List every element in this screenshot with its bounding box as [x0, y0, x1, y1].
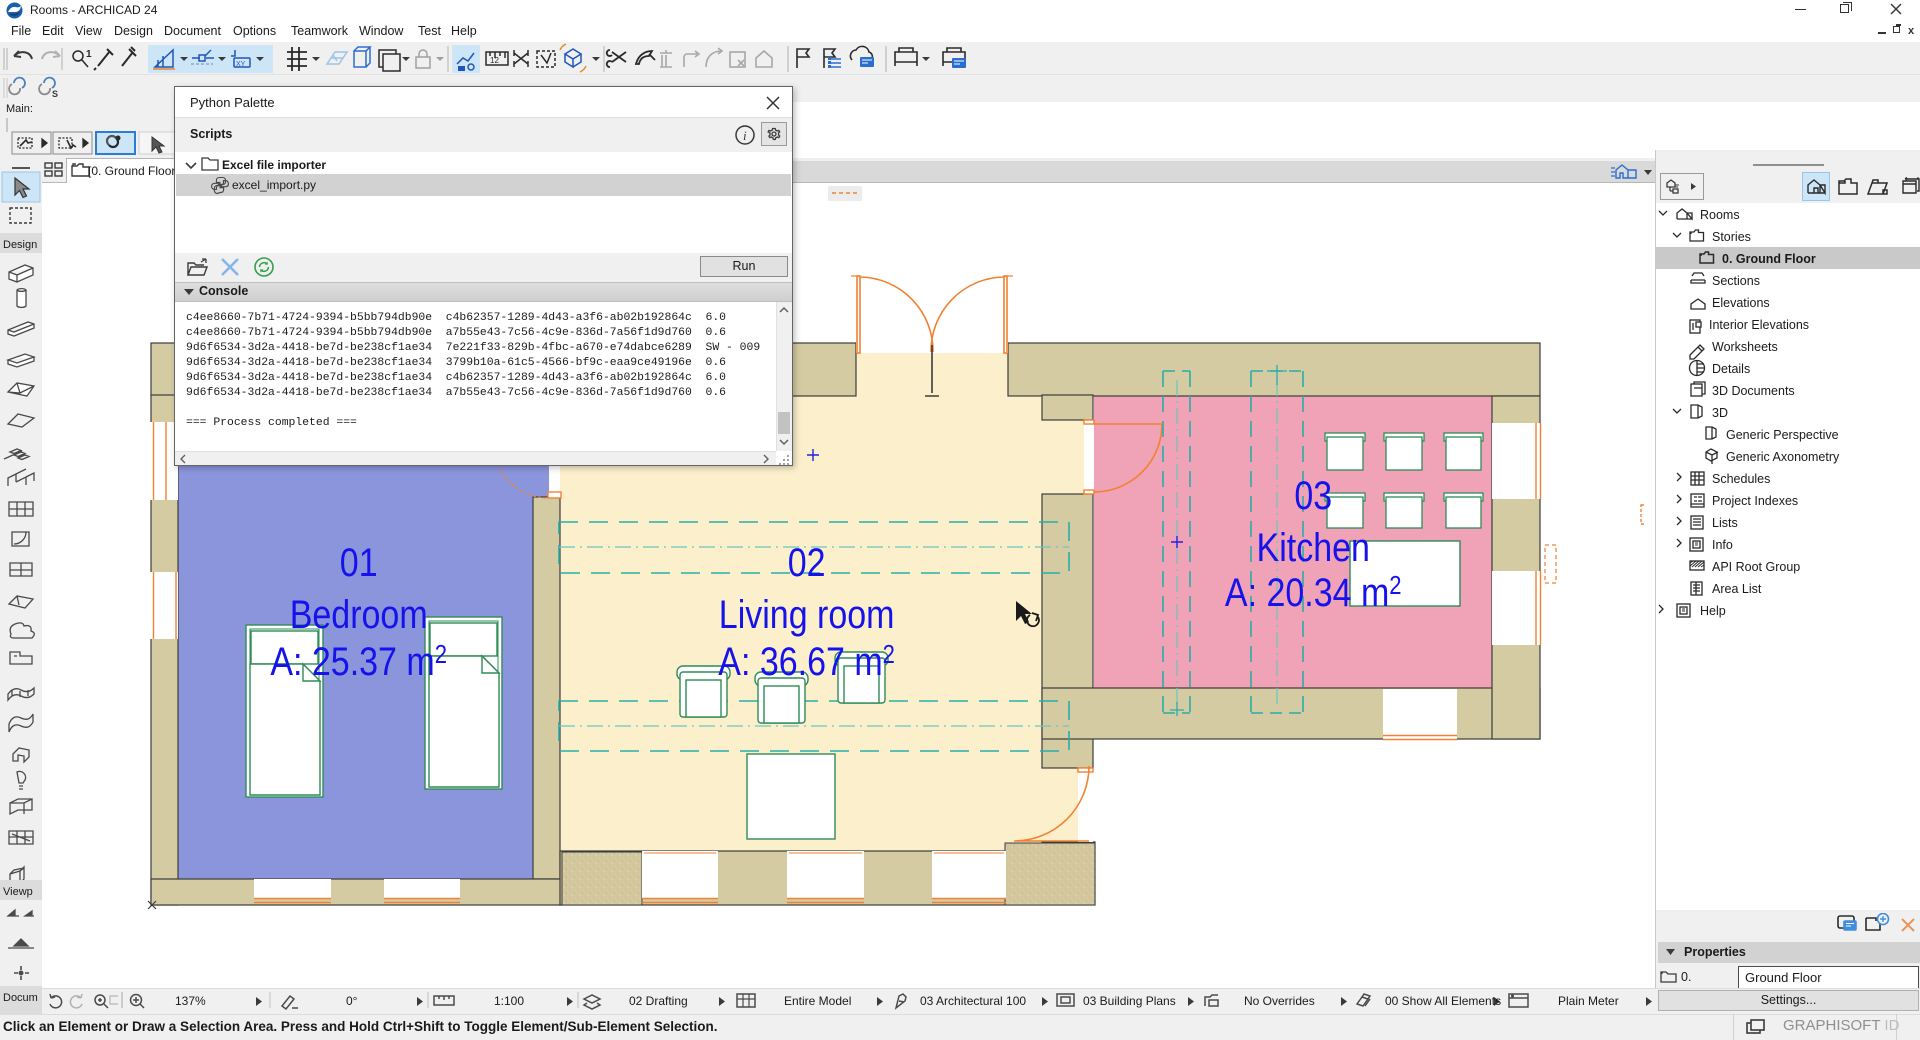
svg-text:Help: Help — [1700, 604, 1726, 618]
svg-text:Interior Elevations: Interior Elevations — [1709, 318, 1809, 332]
svg-text:A: 20.34 m2: A: 20.34 m2 — [1225, 569, 1402, 614]
svg-text:1: 1 — [86, 49, 92, 60]
svg-text:Generic Perspective: Generic Perspective — [1726, 428, 1839, 442]
svg-text:Generic Axonometry: Generic Axonometry — [1726, 450, 1840, 464]
svg-text:3D Documents: 3D Documents — [1712, 384, 1795, 398]
svg-text:Elevations: Elevations — [1712, 296, 1770, 310]
svg-text:Area List: Area List — [1712, 582, 1762, 596]
svg-text:API Root Group: API Root Group — [1712, 560, 1800, 574]
svg-text:12: 12 — [490, 56, 499, 65]
svg-text:1:100: 1:100 — [494, 994, 524, 1008]
svg-text:Design: Design — [3, 239, 37, 251]
svg-text:Worksheets: Worksheets — [1712, 340, 1778, 354]
svg-text:Project Indexes: Project Indexes — [1712, 494, 1798, 508]
svg-text:00 Show All Elements: 00 Show All Elements — [1385, 994, 1501, 1008]
svg-text:0°: 0° — [346, 994, 358, 1008]
svg-text:Sections: Sections — [1712, 274, 1760, 288]
svg-text:Entire Model: Entire Model — [784, 994, 851, 1008]
svg-text:Viewp: Viewp — [3, 886, 33, 898]
svg-text:Bedroom: Bedroom — [290, 591, 428, 636]
svg-text:137%: 137% — [175, 994, 206, 1008]
svg-text:A: 36.67 m2: A: 36.67 m2 — [718, 638, 895, 683]
svg-text:A: 25.37 m2: A: 25.37 m2 — [270, 638, 447, 683]
svg-text:03 Building Plans: 03 Building Plans — [1083, 994, 1176, 1008]
svg-text:Info: Info — [1712, 538, 1733, 552]
svg-text:No Overrides: No Overrides — [1244, 994, 1315, 1008]
svg-text:Schedules: Schedules — [1712, 472, 1770, 486]
svg-text:Living room: Living room — [719, 591, 895, 636]
svg-text:0. Ground Floor: 0. Ground Floor — [1722, 252, 1816, 266]
svg-text:Kitchen: Kitchen — [1257, 524, 1370, 569]
svg-text:Details: Details — [1712, 362, 1750, 376]
svg-text:Lists: Lists — [1712, 516, 1738, 530]
svg-text:Plain Meter: Plain Meter — [1558, 994, 1619, 1008]
svg-text:[0. Ground Floor: [0. Ground Floor — [88, 164, 175, 178]
svg-text:S: S — [52, 89, 58, 99]
svg-text:XY: XY — [236, 61, 246, 68]
svg-text:02 Drafting: 02 Drafting — [629, 994, 688, 1008]
svg-text:03 Architectural 100: 03 Architectural 100 — [920, 994, 1026, 1008]
svg-text:i: i — [743, 128, 747, 143]
svg-text:3D: 3D — [1712, 406, 1728, 420]
svg-text:03: 03 — [1294, 472, 1332, 517]
svg-text:Rooms: Rooms — [1700, 208, 1740, 222]
svg-text:01: 01 — [340, 539, 378, 584]
svg-text:Stories: Stories — [1712, 230, 1751, 244]
svg-text:02: 02 — [788, 539, 826, 584]
